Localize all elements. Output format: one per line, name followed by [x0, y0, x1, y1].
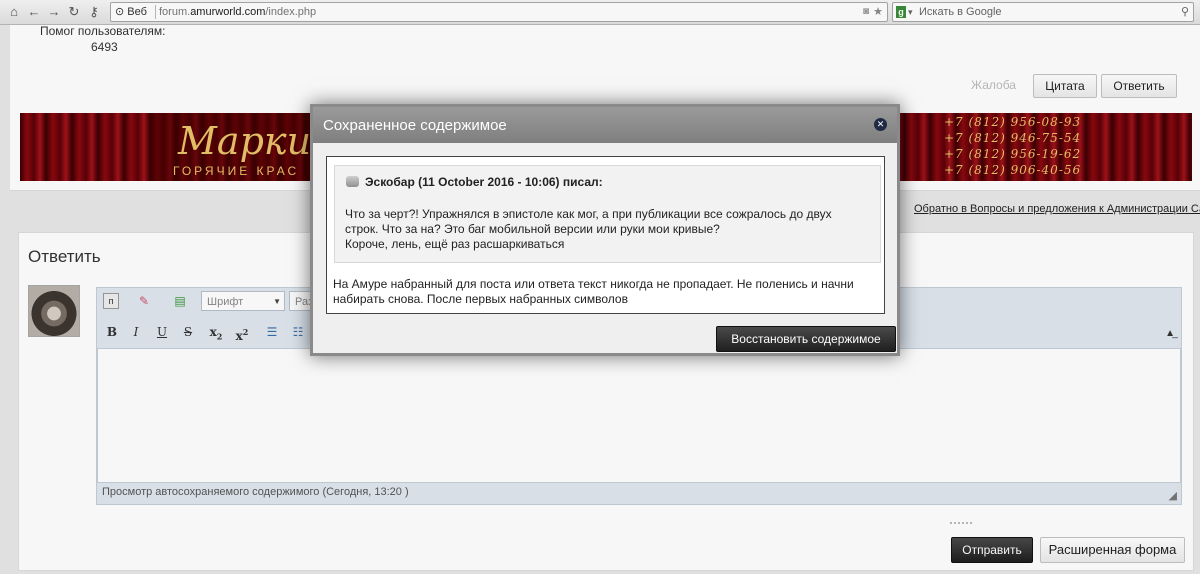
saved-content-dialog: Сохраненное содержимое ✕ Эскобар (11 Oct… — [310, 104, 900, 356]
saved-content-box: Эскобар (11 October 2016 - 10:06) писал:… — [326, 156, 885, 314]
quote-block: Эскобар (11 October 2016 - 10:06) писал:… — [334, 165, 881, 263]
dialog-header: Сохраненное содержимое ✕ — [313, 107, 897, 143]
quote-line: Короче, лень, ещё раз расшаркиваться — [345, 237, 565, 251]
close-icon[interactable]: ✕ — [874, 118, 887, 131]
quote-line: Что за черт?! Упражнялся в эпистоле как … — [345, 207, 832, 221]
saved-text-line: набирать снова. После первых набранных с… — [333, 292, 628, 306]
quote-author: Эскобар (11 October 2016 - 10:06) писал: — [365, 175, 603, 189]
quote-line: строк. Что за на? Это баг мобильной верс… — [345, 222, 720, 236]
saved-text-line: На Амуре набранный для поста или ответа … — [333, 277, 854, 291]
restore-content-button[interactable]: Восстановить содержимое — [716, 326, 896, 352]
dialog-title: Сохраненное содержимое — [323, 117, 507, 134]
quote-icon — [346, 176, 359, 187]
